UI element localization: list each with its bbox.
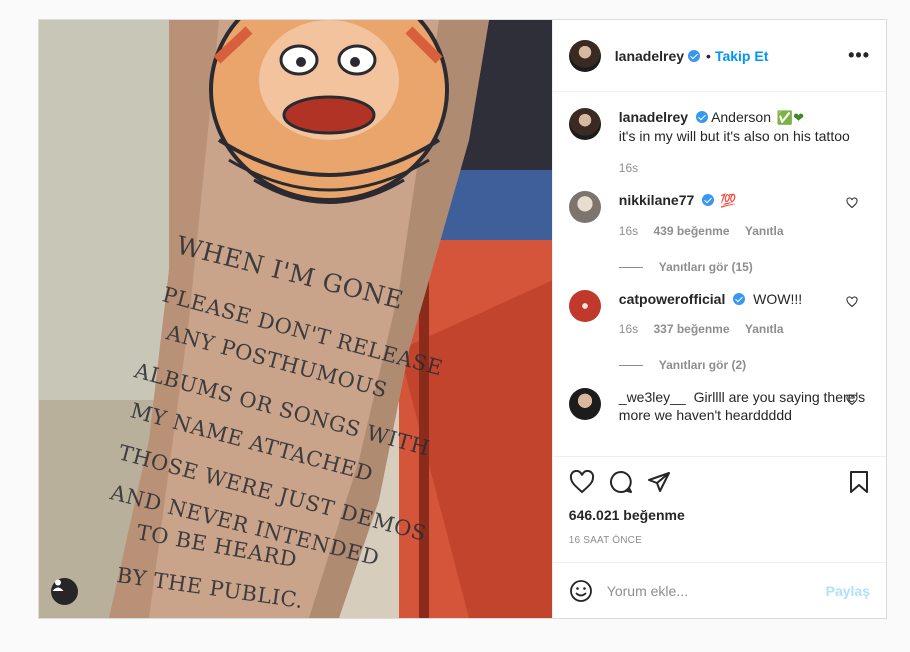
caption-text-line2: it's in my will but it's also on his tat… xyxy=(618,128,850,144)
comment-bubble-icon[interactable] xyxy=(609,470,633,494)
share-paper-plane-icon[interactable] xyxy=(647,470,671,494)
reply-button[interactable]: Yanıtla xyxy=(745,322,784,336)
comment-likes[interactable]: 337 beğenme xyxy=(653,322,729,336)
verified-icon xyxy=(695,111,708,123)
view-replies-button[interactable]: Yanıtları gör (2) xyxy=(619,356,870,374)
instagram-post: WHEN I'M GONE PLEASE DON'T RELEASE ANY P… xyxy=(38,19,887,619)
like-comment-heart-icon[interactable] xyxy=(846,197,858,209)
commenter-username[interactable]: catpowerofficial xyxy=(619,291,726,307)
action-icons xyxy=(569,467,870,497)
author-avatar[interactable] xyxy=(568,39,601,72)
emoji-smiley-icon[interactable] xyxy=(569,579,593,603)
comment-time[interactable]: 16s xyxy=(619,322,638,336)
user-icon xyxy=(52,579,64,591)
comment-item: _we3ley__ Girllll are you saying there's… xyxy=(568,388,870,424)
post-photo[interactable]: WHEN I'M GONE PLEASE DON'T RELEASE ANY P… xyxy=(39,20,552,618)
post-actions: 646.021 beğenme 16 SAAT ÖNCE Paylaş xyxy=(552,456,886,618)
verified-icon xyxy=(688,49,701,62)
post-side-panel: lanadelrey • Takip Et ••• lanadelrey And… xyxy=(551,20,886,618)
tagged-users-button[interactable] xyxy=(51,578,78,605)
caption-username[interactable]: lanadelrey xyxy=(619,109,688,125)
tattoo-arm-image xyxy=(39,20,552,618)
caption-text: Anderson xyxy=(711,109,771,125)
post-comment-button[interactable]: Paylaş xyxy=(826,583,870,599)
post-header: lanadelrey • Takip Et ••• xyxy=(552,20,886,92)
comment-text: WOW!!! xyxy=(753,291,803,307)
comment-input[interactable] xyxy=(606,582,826,599)
caption-avatar[interactable] xyxy=(568,108,601,140)
caption-emoji: ✅❤ xyxy=(776,110,804,125)
commenter-username[interactable]: _we3ley__ xyxy=(619,389,686,405)
commenter-avatar[interactable] xyxy=(568,388,601,420)
comment-likes[interactable]: 439 beğenme xyxy=(653,224,729,238)
author-username[interactable]: lanadelrey xyxy=(615,48,684,64)
verified-icon xyxy=(702,194,715,206)
comment-emoji: 💯 xyxy=(720,193,737,208)
comment-item: catpowerofficial WOW!!! 16s 337 beğenme … xyxy=(568,290,870,374)
commenter-username[interactable]: nikkilane77 xyxy=(619,192,695,208)
comment-time[interactable]: 16s xyxy=(619,224,638,238)
post-timestamp[interactable]: 16 SAAT ÖNCE xyxy=(569,535,870,546)
likes-count[interactable]: 646.021 beğenme xyxy=(569,507,870,523)
add-comment-bar: Paylaş xyxy=(552,562,886,618)
commenter-avatar[interactable] xyxy=(568,290,601,322)
comment-item: nikkilane77 💯 16s 439 beğenme Yanıtla Ya… xyxy=(568,191,870,276)
caption-time[interactable]: 16s xyxy=(619,161,638,175)
caption: lanadelrey Anderson ✅❤ it's in my will b… xyxy=(568,108,870,177)
commenter-avatar[interactable] xyxy=(568,191,601,223)
like-heart-icon[interactable] xyxy=(569,470,595,494)
view-replies-button[interactable]: Yanıtları gör (15) xyxy=(619,258,870,276)
comments-list[interactable]: lanadelrey Anderson ✅❤ it's in my will b… xyxy=(553,92,886,456)
verified-icon xyxy=(733,293,746,305)
more-options-button[interactable]: ••• xyxy=(848,45,870,66)
like-comment-heart-icon[interactable] xyxy=(846,296,858,308)
save-bookmark-icon[interactable] xyxy=(848,470,870,494)
separator-dot: • xyxy=(706,47,711,64)
follow-button[interactable]: Takip Et xyxy=(715,48,768,64)
reply-button[interactable]: Yanıtla xyxy=(745,224,784,238)
like-comment-heart-icon[interactable] xyxy=(846,394,858,406)
